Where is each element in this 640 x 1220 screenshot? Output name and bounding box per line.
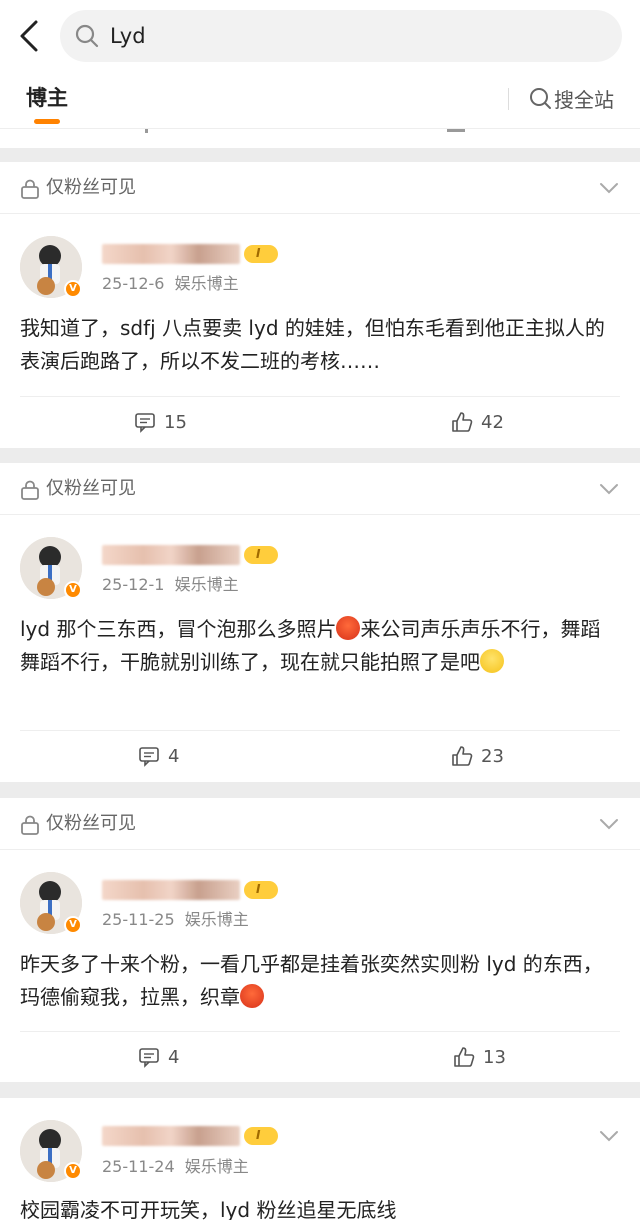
post-actions: 4 13: [20, 1031, 620, 1081]
blurred-name: [102, 545, 240, 565]
username-blurred[interactable]: I: [102, 543, 278, 567]
search-input[interactable]: Lyd: [60, 10, 622, 62]
chevron-down-icon[interactable]: [598, 180, 620, 196]
username-blurred[interactable]: I: [102, 878, 278, 902]
author-tag: 娱乐博主: [184, 1157, 249, 1176]
like-count: 23: [481, 745, 504, 767]
angry-face-emoji-icon: [336, 616, 361, 640]
comment-icon: [139, 747, 159, 767]
post-text[interactable]: 昨天多了十来个粉，一看几乎都是挂着张奕然实则粉 lyd 的东西，玛德偷窥我，拉黑…: [20, 948, 620, 1014]
post-card[interactable]: 仅粉丝可见 V I 25-11-25 娱乐博主 昨天多了十来个粉，一看几乎都是挂…: [0, 798, 640, 1082]
like-button[interactable]: 13: [453, 1044, 506, 1070]
verified-badge-icon: V: [64, 581, 82, 599]
previous-post-remnant: [0, 128, 640, 148]
verified-badge-icon: V: [64, 280, 82, 298]
visibility-row: 仅粉丝可见: [0, 798, 640, 850]
post-text[interactable]: 校园霸凌不可开玩笑，lyd 粉丝追星无底线: [20, 1194, 620, 1220]
visibility-label: 仅粉丝可见: [46, 813, 136, 834]
remnant-mark: [145, 129, 148, 133]
lock-icon: [21, 480, 39, 500]
thumbs-up-icon: [452, 746, 473, 766]
lock-icon: [21, 179, 39, 199]
author-tag: 娱乐博主: [174, 575, 239, 594]
comment-count: 15: [164, 411, 187, 433]
level-badge-icon: I: [244, 881, 278, 899]
search-icon: [75, 24, 99, 48]
post-meta: 25-12-1 娱乐博主: [102, 574, 239, 596]
tab-divider: [508, 88, 509, 110]
thumbs-up-icon: [454, 1047, 475, 1067]
like-count: 13: [483, 1046, 506, 1068]
like-button[interactable]: 42: [451, 409, 504, 435]
post-text-part: 昨天多了十来个粉，一看几乎都是挂着张奕然实则粉 lyd 的东西，玛德偷窥我，拉黑…: [20, 952, 603, 1009]
comment-button[interactable]: 4: [138, 1044, 179, 1070]
post-date: 25-11-24: [102, 1157, 175, 1176]
level-badge-icon: I: [244, 546, 278, 564]
chevron-down-icon[interactable]: [598, 1128, 620, 1144]
active-tab-indicator: [34, 119, 60, 124]
post-date: 25-12-1: [102, 575, 165, 594]
username-blurred[interactable]: I: [102, 1124, 278, 1148]
visibility-row: 仅粉丝可见: [0, 162, 640, 214]
level-badge-icon: I: [244, 245, 278, 263]
top-bar: Lyd 博主 搜全站: [0, 0, 640, 128]
post-date: 25-11-25: [102, 910, 175, 929]
author-tag: 娱乐博主: [174, 274, 239, 293]
post-meta: 25-12-6 娱乐博主: [102, 273, 239, 295]
blurred-name: [102, 880, 240, 900]
blurred-name: [102, 244, 240, 264]
search-all-label: 搜全站: [554, 87, 614, 112]
post-actions: 15 42: [20, 396, 620, 446]
level-badge-icon: I: [244, 1127, 278, 1145]
thumbs-up-icon: [452, 412, 473, 432]
like-button[interactable]: 23: [451, 743, 504, 769]
angry-face-emoji-icon: [240, 984, 264, 1008]
post-text[interactable]: 我知道了，sdfj 八点要卖 lyd 的娃娃，但怕东毛看到他正主拟人的表演后跑路…: [20, 312, 620, 378]
post-text-part: lyd 那个三东西，冒个泡那么多照片: [20, 617, 337, 641]
post-card[interactable]: V I 25-11-24 娱乐博主 校园霸凌不可开玩笑，lyd 粉丝追星无底线: [0, 1098, 640, 1220]
comment-count: 4: [168, 745, 180, 767]
blurred-name: [102, 1126, 240, 1146]
post-meta: 25-11-24 娱乐博主: [102, 1156, 249, 1178]
search-all-button[interactable]: 搜全站: [528, 84, 614, 112]
comment-button[interactable]: 15: [134, 409, 187, 435]
tab-author[interactable]: 博主: [26, 84, 68, 112]
post-meta: 25-11-25 娱乐博主: [102, 909, 249, 931]
like-count: 42: [481, 411, 504, 433]
comment-button[interactable]: 4: [138, 743, 179, 769]
post-card[interactable]: 仅粉丝可见 V I 25-12-6 娱乐博主 我知道了，sdfj 八点要卖 ly…: [0, 162, 640, 448]
visibility-row: 仅粉丝可见: [0, 463, 640, 515]
post-date: 25-12-6: [102, 274, 165, 293]
chevron-down-icon[interactable]: [598, 481, 620, 497]
remnant-mark: [447, 129, 465, 132]
search-query: Lyd: [110, 24, 146, 48]
search-icon: [530, 88, 551, 109]
lock-icon: [21, 815, 39, 835]
sweat-face-emoji-icon: [480, 649, 504, 673]
visibility-label: 仅粉丝可见: [46, 478, 136, 499]
verified-badge-icon: V: [64, 1162, 82, 1180]
verified-badge-icon: V: [64, 916, 82, 934]
back-arrow-icon[interactable]: [14, 18, 46, 54]
chevron-down-icon[interactable]: [598, 816, 620, 832]
author-tag: 娱乐博主: [184, 910, 249, 929]
comment-icon: [135, 413, 155, 433]
username-blurred[interactable]: I: [102, 242, 278, 266]
post-card[interactable]: 仅粉丝可见 V I 25-12-1 娱乐博主 lyd 那个三东西，冒个泡那么多照…: [0, 463, 640, 782]
post-actions: 4 23: [20, 730, 620, 780]
comment-icon: [139, 1048, 159, 1068]
comment-count: 4: [168, 1046, 180, 1068]
visibility-label: 仅粉丝可见: [46, 177, 136, 198]
post-text[interactable]: lyd 那个三东西，冒个泡那么多照片 来公司声乐声乐不行，舞蹈舞蹈不行，干脆就别训…: [20, 613, 620, 679]
